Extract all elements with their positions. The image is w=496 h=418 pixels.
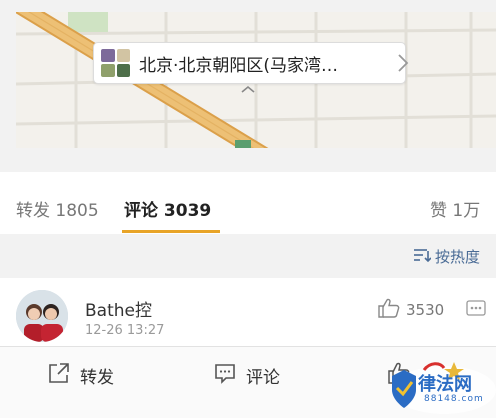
sort-bar: 按热度 bbox=[0, 235, 496, 277]
location-thumbnail bbox=[99, 46, 133, 80]
location-pill[interactable]: 北京·北京朝阳区(马家湾… bbox=[93, 42, 409, 84]
repost-button[interactable]: 转发 bbox=[48, 362, 114, 388]
sort-by-hot-button[interactable]: 按热度 bbox=[413, 246, 480, 267]
thumbs-up-icon bbox=[378, 298, 400, 322]
tab-reposts[interactable]: 转发 1805 bbox=[16, 196, 99, 221]
tab-comments[interactable]: 评论 3039 bbox=[124, 196, 211, 221]
repost-label: 转发 bbox=[80, 367, 114, 388]
watermark-title: 律法网 bbox=[418, 374, 472, 395]
tab-likes[interactable]: 赞 1万 bbox=[430, 196, 480, 221]
like-count: 3530 bbox=[406, 301, 445, 319]
more-options-icon[interactable] bbox=[466, 300, 486, 320]
repost-icon bbox=[48, 362, 70, 388]
location-map-card: 北京·北京朝阳区(马家湾… bbox=[0, 0, 496, 158]
sort-label: 按热度 bbox=[434, 248, 480, 266]
comment-button[interactable]: 评论 bbox=[214, 362, 280, 388]
active-tab-indicator bbox=[122, 230, 220, 233]
comment-username[interactable]: Bathe控 bbox=[85, 296, 152, 321]
watermark-logo: 律法网 88148.com bbox=[384, 358, 496, 418]
comment-item[interactable]: Bathe控 12-26 13:27 3530 bbox=[0, 278, 496, 346]
watermark-subtitle: 88148.com bbox=[424, 394, 484, 404]
comment-time: 12-26 13:27 bbox=[85, 323, 165, 338]
location-text: 北京·北京朝阳区(马家湾… bbox=[139, 55, 339, 76]
comment-like-button[interactable]: 3530 bbox=[378, 298, 444, 322]
comment-icon bbox=[214, 362, 236, 388]
comment-label: 评论 bbox=[246, 367, 280, 388]
feedback-tabs: 转发 1805 评论 3039 赞 1万 bbox=[0, 172, 496, 234]
sort-icon bbox=[413, 247, 432, 267]
avatar[interactable] bbox=[16, 290, 68, 342]
map-view[interactable]: 北京·北京朝阳区(马家湾… bbox=[16, 12, 496, 148]
